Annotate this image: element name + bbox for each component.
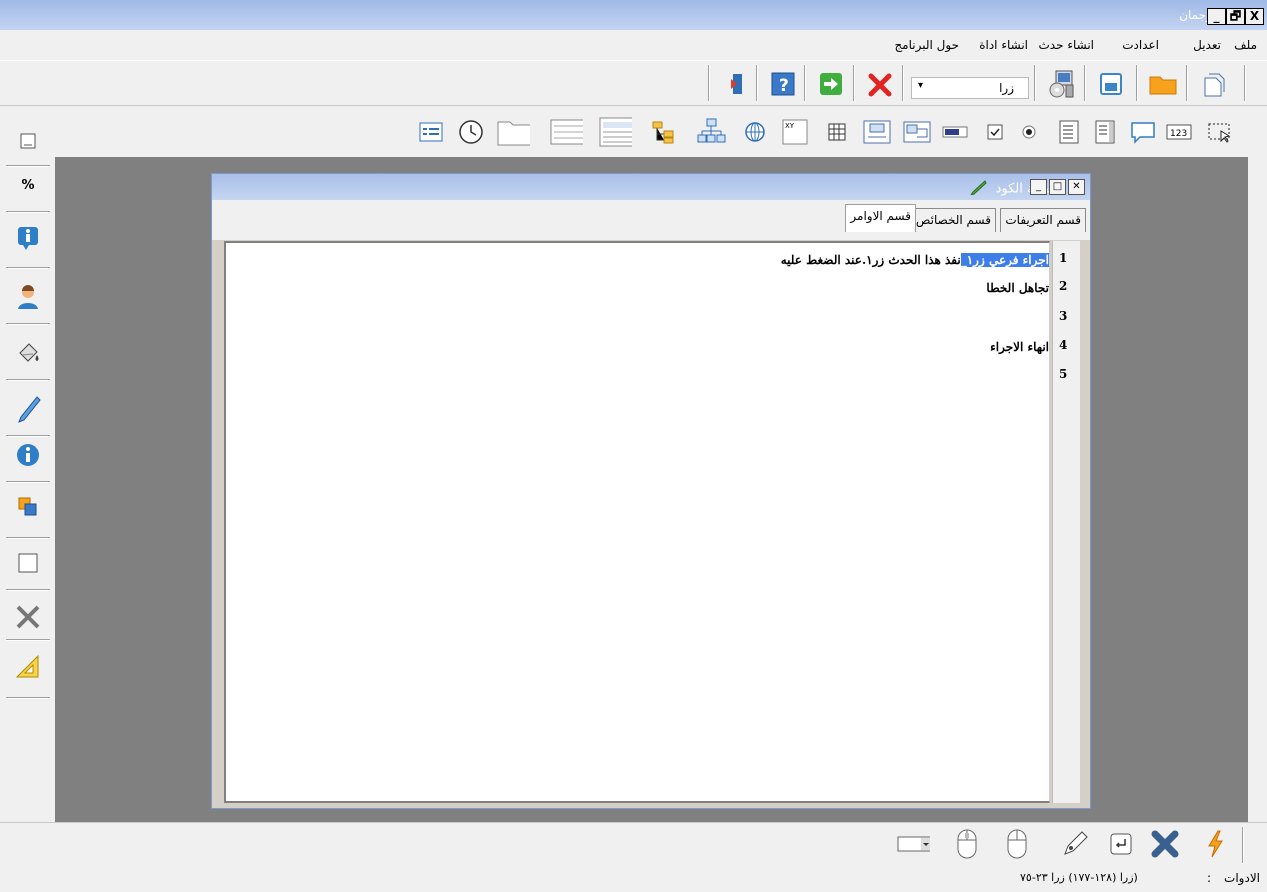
remove-event-icon[interactable]	[1148, 827, 1182, 861]
line-number: 3	[1059, 309, 1068, 323]
code-line-4[interactable]: انهاء الاجراء	[990, 340, 1049, 354]
line-number: 1	[1059, 251, 1068, 265]
status-value: زرا (١٢٨-١٧٧) زرا ٢٣-٧٥)	[1020, 871, 1138, 884]
code-window: صفحة الكود ✕ □ _ قسم التعريفات قسم الخصا…	[211, 173, 1091, 809]
minimize-button[interactable]: _	[1207, 8, 1226, 25]
pen-nib-icon[interactable]	[1058, 827, 1092, 861]
info-icon[interactable]	[12, 439, 44, 471]
tab-definitions[interactable]: قسم التعريفات	[1000, 208, 1086, 232]
mouse-icon[interactable]	[1000, 827, 1034, 861]
image-control-icon[interactable]	[900, 115, 934, 149]
help-icon[interactable]: ?	[766, 67, 800, 101]
paint-bucket-icon[interactable]	[12, 337, 44, 369]
code-line-text: نفذ هذا الحدث زر١.عند الضغط عليه	[780, 253, 961, 267]
chart-icon[interactable]: XY	[778, 115, 812, 149]
timer-icon[interactable]	[454, 115, 488, 149]
delete-icon[interactable]	[863, 67, 897, 101]
treeview-icon[interactable]	[694, 115, 728, 149]
pencil-icon	[969, 179, 988, 199]
menu-create-event[interactable]: انشاء حدث	[1038, 38, 1094, 52]
layers-icon[interactable]	[12, 491, 44, 523]
build-exe-icon[interactable]	[1044, 67, 1078, 101]
close-button[interactable]: X	[1245, 8, 1264, 25]
enter-key-icon[interactable]	[1104, 827, 1138, 861]
combo-value: زرا	[999, 81, 1014, 95]
controls-palette: 123 XY	[0, 107, 1267, 157]
line-number: 2	[1059, 279, 1068, 293]
code-line-1[interactable]: اجراء فرعي زر١_نفذ هذا الحدث زر١.عند الض…	[781, 253, 1049, 267]
app-title-bar: ترجمان	[0, 0, 1267, 30]
textarea-icon[interactable]	[1052, 115, 1086, 149]
restore-button[interactable]: 🗗	[1226, 8, 1245, 25]
code-window-close-button[interactable]: ✕	[1068, 179, 1085, 195]
code-line-selection: اجراء فرعي زر١_	[960, 253, 1049, 267]
user-icon[interactable]	[12, 281, 44, 313]
code-line-text: انهاء الاجراء	[990, 340, 1049, 354]
chevron-down-icon: ▾	[918, 80, 924, 91]
mouse-click-icon[interactable]	[950, 827, 984, 861]
tab-commands[interactable]: قسم الاوامر	[845, 204, 916, 232]
code-tabs: قسم التعريفات قسم الخصائص قسم الاوامر	[212, 200, 1090, 240]
svg-text:?: ?	[779, 76, 789, 96]
web-browser-icon[interactable]	[738, 115, 772, 149]
listbox-icon[interactable]	[1088, 115, 1122, 149]
code-line-2[interactable]: تجاهل الخطا	[986, 281, 1049, 295]
lightning-icon[interactable]	[1198, 827, 1232, 861]
code-window-titlebar: صفحة الكود ✕ □ _	[212, 174, 1090, 200]
menu-create-tool[interactable]: انشاء اداة	[979, 38, 1028, 52]
svg-text:XY: XY	[785, 122, 795, 130]
menu-about[interactable]: حول البرنامج	[894, 38, 959, 52]
combo-event-icon[interactable]	[896, 827, 930, 861]
status-colon: :	[1206, 871, 1211, 885]
progress-bar-icon[interactable]	[938, 115, 972, 149]
line-number-gutter: 1 2 3 4 5	[1052, 241, 1080, 803]
radio-button-icon[interactable]	[1012, 115, 1046, 149]
exit-icon[interactable]	[716, 67, 750, 101]
line-number: 4	[1059, 338, 1068, 352]
label-control-icon[interactable]	[12, 125, 44, 157]
listview-icon[interactable]	[598, 115, 632, 149]
svg-text:123: 123	[1170, 129, 1187, 139]
menu-file[interactable]: ملف	[1234, 38, 1257, 52]
new-file-icon[interactable]	[1196, 67, 1230, 101]
status-label: الادوات	[1224, 871, 1260, 885]
file-dialog-icon[interactable]	[549, 115, 583, 149]
main-toolbar: ▾ زرا ?	[0, 60, 1267, 106]
code-line-text: تجاهل الخطا	[986, 281, 1049, 295]
rectangle-icon[interactable]	[12, 547, 44, 579]
frame-icon[interactable]	[496, 115, 530, 149]
code-window-minimize-button[interactable]: _	[1030, 179, 1047, 195]
right-scroll-strip	[1248, 157, 1267, 822]
line-number: 5	[1059, 367, 1068, 381]
run-icon[interactable]	[814, 67, 848, 101]
code-window-maximize-button[interactable]: □	[1049, 179, 1066, 195]
tab-properties[interactable]: قسم الخصائص	[910, 208, 996, 232]
menu-settings[interactable]: اعدادت	[1122, 38, 1159, 52]
checkbox-icon[interactable]	[978, 115, 1012, 149]
numeric-box-icon[interactable]: 123	[1162, 115, 1196, 149]
pen-icon[interactable]	[12, 393, 44, 425]
folder-tree-icon[interactable]	[646, 115, 680, 149]
save-icon[interactable]	[1094, 67, 1128, 101]
selection-tool-icon[interactable]	[1202, 115, 1236, 149]
left-toolbox: %	[0, 107, 55, 822]
control-combo[interactable]: ▾ زرا	[911, 77, 1029, 99]
grid-icon[interactable]	[820, 115, 854, 149]
tooltip-icon[interactable]	[1126, 115, 1160, 149]
picture-box-icon[interactable]	[860, 115, 894, 149]
code-editor[interactable]: اجراء فرعي زر١_نفذ هذا الحدث زر١.عند الض…	[224, 241, 1050, 803]
open-folder-icon[interactable]	[1146, 67, 1180, 101]
status-bar: الادوات : زرا (١٢٨-١٧٧) زرا ٢٣-٧٥)	[0, 866, 1267, 892]
tools-icon[interactable]	[12, 601, 44, 633]
menu-control-icon[interactable]	[414, 115, 448, 149]
events-toolbar	[0, 822, 1267, 866]
percent-icon[interactable]: %	[12, 169, 44, 201]
menu-edit[interactable]: تعديل	[1193, 38, 1221, 52]
ruler-triangle-icon[interactable]	[12, 651, 44, 683]
info-bubble-icon[interactable]	[12, 223, 44, 255]
